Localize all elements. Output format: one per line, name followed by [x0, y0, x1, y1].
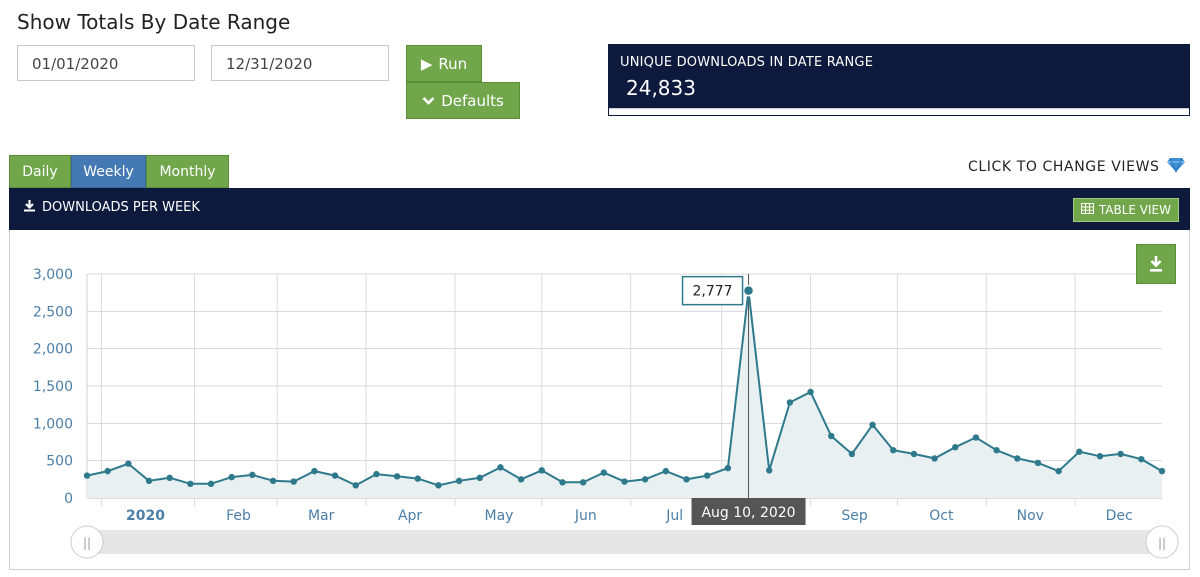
data-point [331, 472, 339, 479]
y-axis: 0 500 1,000 1,500 2,000 2,500 3,000 [33, 267, 73, 507]
data-point [600, 469, 608, 476]
grip-icon: || [1158, 536, 1166, 550]
x-tick-label: Jun [574, 508, 597, 524]
data-point [476, 474, 483, 482]
download-icon [1150, 256, 1162, 272]
data-point [269, 477, 277, 485]
data-point [1034, 459, 1042, 467]
data-point [890, 447, 897, 454]
data-point [683, 476, 690, 483]
data-point [1138, 455, 1145, 463]
data-point [579, 479, 587, 486]
data-point [125, 460, 132, 467]
data-point [352, 482, 359, 489]
data-point [993, 447, 1000, 454]
tooltip: 2,777 [681, 275, 744, 306]
x-tick-label: Feb [226, 508, 251, 524]
x-tick-label: 2020 [126, 508, 165, 524]
y-tick-label: 1,000 [33, 416, 73, 432]
data-point [1158, 467, 1166, 475]
data-point [517, 476, 525, 483]
data-point [1055, 467, 1062, 475]
data-point [828, 432, 835, 440]
x-tick-label: Apr [398, 508, 422, 524]
y-tick-label: 2,500 [33, 304, 73, 320]
data-point [724, 464, 732, 472]
downloads-chart: 0 500 1,000 1,500 2,000 2,500 3,000 2020 Feb Mar… [33, 267, 1179, 559]
data-point [848, 450, 856, 458]
navigator-track[interactable] [87, 530, 1162, 554]
y-tick-label: 1,500 [33, 379, 73, 395]
data-point [1014, 455, 1021, 462]
data-point [166, 474, 173, 482]
data-point [559, 479, 566, 486]
data-point [1076, 448, 1083, 455]
data-point [662, 467, 670, 475]
data-point [1117, 450, 1124, 458]
data-point [766, 467, 773, 474]
y-tick-label: 0 [64, 491, 73, 507]
series-area [87, 290, 1162, 498]
data-point [145, 477, 153, 485]
data-point [435, 482, 442, 489]
x-tick-label: Oct [929, 508, 954, 524]
data-point [703, 472, 711, 479]
data-point [249, 471, 256, 479]
data-point [807, 388, 814, 396]
data-point [187, 480, 194, 488]
data-point [621, 478, 628, 485]
data-point [952, 444, 959, 451]
range-navigator: || || [70, 525, 1179, 559]
data-point [455, 477, 463, 485]
data-point [228, 473, 235, 481]
data-point [393, 473, 401, 480]
data-point [414, 475, 421, 482]
y-tick-label: 3,000 [33, 267, 73, 283]
y-tick-label: 2,000 [33, 342, 73, 358]
data-point [1096, 452, 1104, 460]
date-flag-label: Aug 10, 2020 [701, 505, 795, 521]
data-point [373, 470, 380, 478]
data-point [641, 476, 649, 483]
x-tick-label: Mar [308, 508, 335, 524]
data-point [83, 472, 91, 479]
download-chart-button[interactable] [1136, 244, 1176, 284]
highlight-point [742, 284, 755, 297]
x-tick-label: Jul [665, 508, 683, 524]
x-axis: 2020FebMarAprMayJunJulAugSepOctNovDec [126, 508, 1133, 524]
data-point [290, 478, 297, 485]
data-point [497, 464, 504, 471]
data-point [972, 434, 980, 441]
grip-icon: || [83, 536, 91, 550]
date-flag: Aug 10, 2020 [691, 498, 806, 525]
data-point [931, 455, 938, 462]
data-point [786, 399, 794, 406]
x-tick-label: Dec [1106, 508, 1133, 524]
x-tick-label: Nov [1017, 508, 1044, 524]
data-point [538, 467, 546, 474]
data-point [104, 467, 111, 475]
y-tick-label: 500 [46, 454, 73, 470]
data-point [311, 467, 318, 475]
data-point [207, 480, 215, 488]
x-tick-label: Sep [841, 508, 868, 524]
data-point [869, 421, 876, 429]
x-tick-label: May [485, 508, 514, 524]
data-point [910, 450, 918, 458]
tooltip-value: 2,777 [692, 284, 732, 300]
